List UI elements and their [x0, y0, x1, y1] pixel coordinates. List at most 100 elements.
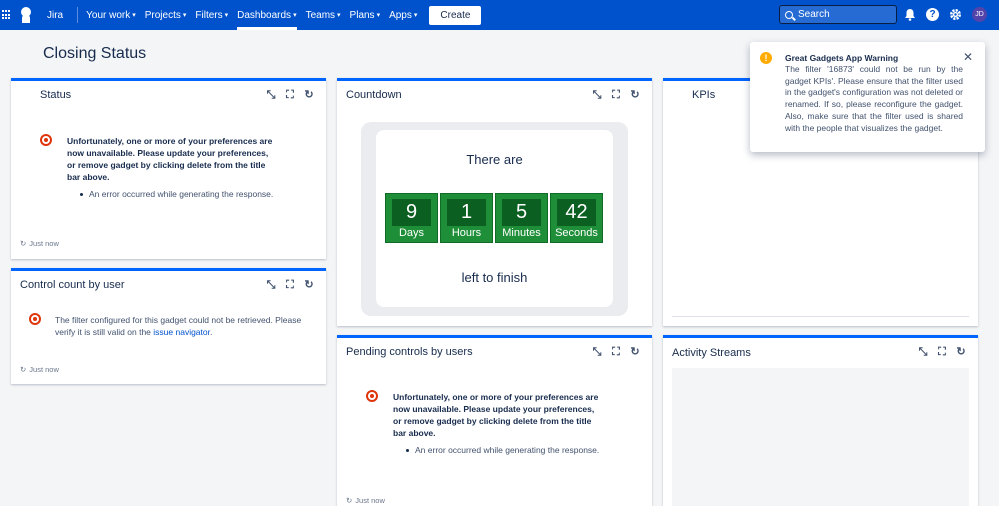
minimize-icon[interactable]: ⤡	[591, 346, 603, 358]
refresh-icon[interactable]: ↻	[629, 346, 641, 358]
nav-label: Apps	[389, 9, 412, 21]
maximize-icon[interactable]: ⛶	[284, 279, 296, 291]
countdown-minutes: 5 Minutes	[495, 193, 548, 243]
nav-label: Filters	[195, 9, 223, 21]
countdown-hours: 1 Hours	[440, 193, 493, 243]
refresh-small-icon[interactable]: ↻	[20, 239, 26, 248]
nav-teams[interactable]: Teams ▾	[306, 0, 341, 30]
jira-logo-icon[interactable]	[19, 7, 33, 23]
filter-error-suffix: .	[209, 327, 213, 337]
nav-label: Your work	[86, 9, 131, 21]
maximize-icon[interactable]: ⛶	[610, 89, 622, 101]
gadget-toolbar: ⤡ ⛶ ↻	[917, 346, 967, 358]
error-message: Unfortunately, one or more of your prefe…	[67, 136, 273, 182]
nav-your-work[interactable]: Your work ▾	[86, 0, 136, 30]
error-detail: An error occurred while generating the r…	[80, 189, 273, 199]
refresh-icon[interactable]: ↻	[303, 89, 315, 101]
countdown-value: 5	[502, 199, 541, 226]
error-detail: An error occurred while generating the r…	[406, 445, 599, 455]
error-icon	[366, 390, 378, 402]
minimize-icon[interactable]: ⤡	[265, 279, 277, 291]
nav-filters[interactable]: Filters ▾	[195, 0, 228, 30]
chevron-down-icon: ▾	[224, 12, 229, 19]
countdown-value: 9	[392, 199, 431, 226]
countdown-seconds: 42 Seconds	[550, 193, 603, 243]
gadget-title: Status	[40, 89, 72, 101]
warning-icon: !	[760, 52, 772, 64]
warning-notification: ! Great Gadgets App Warning The filter '…	[750, 42, 985, 152]
gadget-toolbar: ⤡ ⛶ ↻	[591, 89, 641, 101]
gadget-title: Countdown	[346, 89, 402, 101]
countdown-top-text: There are	[466, 152, 523, 167]
create-button[interactable]: Create	[429, 5, 482, 25]
chevron-down-icon: ▾	[182, 12, 187, 19]
gadget-title: Control count by user	[20, 279, 125, 291]
updated-time: Just now	[29, 239, 59, 248]
maximize-icon[interactable]: ⛶	[936, 346, 948, 358]
minimize-icon[interactable]: ⤡	[917, 346, 929, 358]
gadget-toolbar: ⤡ ⛶ ↻	[265, 89, 315, 101]
refresh-small-icon[interactable]: ↻	[20, 365, 26, 374]
chevron-down-icon: ▾	[337, 12, 341, 19]
nav-label: Projects	[144, 9, 181, 21]
updated-time: Just now	[355, 496, 385, 505]
chevron-down-icon: ▾	[132, 12, 136, 19]
brand-name[interactable]: Jira	[47, 10, 63, 21]
minimize-icon[interactable]: ⤡	[591, 89, 603, 101]
page-title: Closing Status	[43, 45, 147, 62]
error-icon	[29, 313, 41, 325]
minimize-icon[interactable]: ⤡	[265, 89, 277, 101]
nav-projects[interactable]: Projects ▾	[145, 0, 187, 30]
activity-stream-content	[672, 368, 969, 506]
notification-title: Great Gadgets App Warning	[785, 53, 899, 63]
gadget-title: KPIs	[692, 89, 716, 101]
updated-time: Just now	[29, 365, 59, 374]
top-navigation: Jira Your work ▾ Projects ▾ Filters ▾ Dashb…	[0, 0, 999, 30]
countdown-value: 42	[557, 199, 596, 226]
filter-error-message: The filter configured for this gadget co…	[55, 314, 305, 338]
countdown-unit-label: Hours	[451, 227, 482, 239]
nav-apps[interactable]: Apps ▾	[389, 0, 417, 30]
chevron-down-icon: ▾	[376, 12, 381, 19]
nav-label: Teams	[305, 9, 336, 21]
notifications-bell-icon[interactable]	[903, 8, 916, 21]
error-message: Unfortunately, one or more of your prefe…	[393, 392, 599, 438]
app-switcher-icon[interactable]	[2, 10, 12, 20]
gadget-footer: ↻ Just now	[346, 496, 385, 505]
refresh-icon[interactable]: ↻	[629, 89, 641, 101]
countdown-value: 1	[447, 199, 486, 226]
countdown-unit-label: Seconds	[555, 227, 598, 239]
gadget-footer: ↻ Just now	[20, 365, 59, 374]
chevron-down-icon: ▾	[293, 12, 297, 19]
countdown-unit-label: Days	[398, 227, 425, 239]
notification-body: The filter '16873' could not be run by t…	[785, 64, 963, 133]
nav-plans[interactable]: Plans ▾	[350, 0, 381, 30]
maximize-icon[interactable]: ⛶	[284, 89, 296, 101]
maximize-icon[interactable]: ⛶	[610, 346, 622, 358]
refresh-icon[interactable]: ↻	[303, 279, 315, 291]
avatar[interactable]: JD	[972, 7, 987, 22]
refresh-small-icon[interactable]: ↻	[346, 496, 352, 505]
help-icon[interactable]: ?	[926, 8, 939, 21]
nav-dashboards[interactable]: Dashboards ▾	[237, 0, 298, 30]
search-icon	[785, 10, 793, 19]
chevron-down-icon: ▾	[413, 12, 418, 19]
kpi-divider	[672, 316, 969, 317]
search-input[interactable]	[798, 9, 888, 20]
countdown-unit-label: Minutes	[502, 227, 541, 239]
search-box[interactable]	[779, 5, 897, 24]
gadget-footer: ↻ Just now	[20, 239, 59, 248]
nav-label: Dashboards	[237, 9, 292, 21]
gadget-toolbar: ⤡ ⛶ ↻	[591, 346, 641, 358]
issue-navigator-link[interactable]: issue navigator	[153, 327, 210, 337]
nav-divider	[77, 7, 79, 23]
countdown-days: 9 Days	[385, 193, 438, 243]
gadget-toolbar: ⤡ ⛶ ↻	[265, 279, 315, 291]
nav-label: Plans	[349, 9, 375, 21]
refresh-icon[interactable]: ↻	[955, 346, 967, 358]
countdown-bottom-text: left to finish	[461, 270, 528, 285]
gadget-title: Activity Streams	[672, 347, 751, 359]
error-icon	[40, 134, 52, 146]
close-icon[interactable]: ✕	[963, 50, 973, 64]
settings-gear-icon[interactable]	[949, 8, 962, 21]
